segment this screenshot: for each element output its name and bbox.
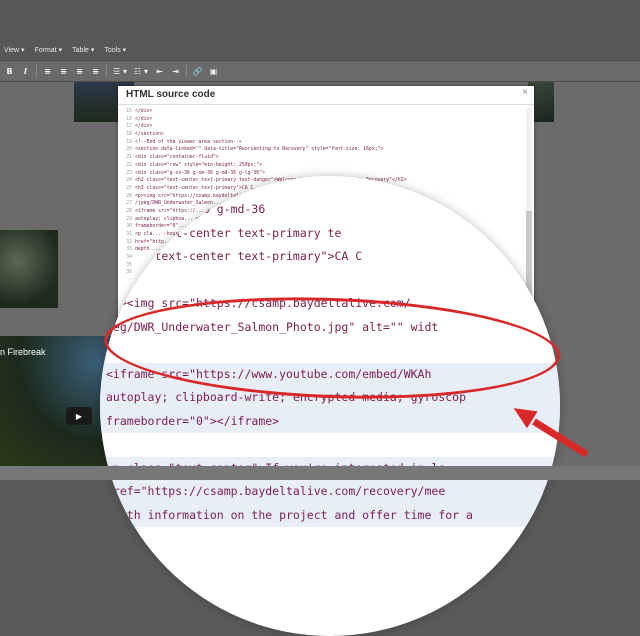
toolbar-divider — [36, 65, 37, 77]
dialog-title: HTML source code — [126, 89, 216, 100]
line-number: 16 — [126, 116, 132, 122]
video-title: n Firebreak — [0, 347, 46, 357]
align-right-icon[interactable]: ≡ — [74, 66, 85, 77]
editor-menubar: View ▾ Format ▾ Table ▾ Tools ▾ — [0, 0, 640, 60]
dialog-divider — [118, 104, 534, 105]
code-line: 20 <section data-linked="" data-title="Re… — [120, 146, 520, 154]
menu-format[interactable]: Format ▾ — [35, 44, 63, 58]
toolbar-divider — [106, 65, 107, 77]
line-number: 23 — [126, 170, 132, 176]
indent-icon[interactable]: ⇥ — [170, 66, 181, 77]
magnified-code-line: class="text-center text-primary te — [106, 225, 342, 240]
code-text: <div class="row" style="min-height: 250p… — [135, 162, 263, 168]
code-text: </section> — [135, 132, 164, 138]
code-text: </div> — [135, 109, 153, 114]
code-line: 19 <!--End of the viewer area section--> — [120, 139, 520, 147]
code-text: <div class="g-xs-36 g-sm-36 g-md-36 g-lg… — [135, 170, 265, 176]
outdent-icon[interactable]: ⇤ — [154, 66, 165, 77]
magnified-code-line: class="text-center text-primary">CA C — [106, 249, 363, 263]
magnified-code-line — [100, 433, 560, 457]
play-icon[interactable]: ▶ — [66, 407, 92, 425]
formatting-toolbar: B I ≡ ≡ ≡ ≡ ☰ ▾ ☷ ▾ ⇤ ⇥ 🔗 ▣ — [0, 60, 640, 82]
code-line: 17 </div> — [120, 123, 520, 131]
code-text: <!--End of the viewer area section--> — [135, 139, 242, 145]
magnified-code-line: g-xs-36 g-sm-36 g-md-36 — [106, 202, 266, 216]
line-number: 17 — [126, 124, 132, 130]
magnified-code-line: frameborder="0"></iframe> — [100, 409, 560, 433]
line-number: 22 — [126, 162, 132, 168]
code-line: 15 </div> — [120, 108, 520, 116]
code-text: <section data-linked="" data-title="Reor… — [135, 147, 384, 153]
bold-button[interactable]: B — [4, 66, 15, 77]
numbered-list-icon[interactable]: ☷ ▾ — [133, 66, 149, 77]
line-number: 18 — [126, 132, 132, 138]
line-number: 25 — [126, 185, 132, 191]
line-number: 20 — [126, 147, 132, 153]
code-line: 22 <div class="row" style="min-height: 2… — [120, 162, 520, 170]
magnified-code-line — [100, 269, 560, 293]
code-line: 18 </section> — [120, 131, 520, 139]
link-icon[interactable]: 🔗 — [192, 66, 203, 77]
menu-row: View ▾ Format ▾ Table ▾ Tools ▾ — [0, 44, 126, 58]
line-number: 19 — [126, 139, 132, 145]
menu-view[interactable]: View ▾ — [4, 44, 25, 58]
magnifier-lens: g-xs-36 g-sm-36 g-md-36 class="text-cente… — [100, 176, 560, 636]
align-justify-icon[interactable]: ≡ — [90, 66, 101, 77]
forest-image — [0, 230, 58, 308]
status-bar — [0, 466, 640, 480]
menu-tools[interactable]: Tools ▾ — [104, 44, 126, 58]
code-line: 16 </div> — [120, 116, 520, 124]
line-number: 21 — [126, 155, 132, 161]
code-text: </div> — [135, 116, 153, 122]
bullet-list-icon[interactable]: ☰ ▾ — [112, 66, 128, 77]
magnified-code-line: <ul> — [106, 531, 134, 545]
align-center-icon[interactable]: ≡ — [58, 66, 69, 77]
code-text: </div> — [135, 124, 153, 130]
code-line: 21 <div class="container-fluid"> — [120, 154, 520, 162]
close-icon[interactable]: × — [522, 87, 528, 98]
italic-button[interactable]: I — [20, 66, 31, 77]
magnified-code-line: depth information on the project and off… — [100, 503, 560, 527]
image-icon[interactable]: ▣ — [208, 66, 219, 77]
toolbar-divider — [186, 65, 187, 77]
align-left-icon[interactable]: ≡ — [42, 66, 53, 77]
line-number: 15 — [126, 109, 132, 114]
code-text: <div class="container-fluid"> — [135, 155, 219, 161]
menu-table[interactable]: Table ▾ — [72, 44, 94, 58]
line-number: 24 — [126, 178, 132, 184]
magnified-code-line: href="https://csamp.baydeltalive.com/rec… — [100, 480, 560, 504]
